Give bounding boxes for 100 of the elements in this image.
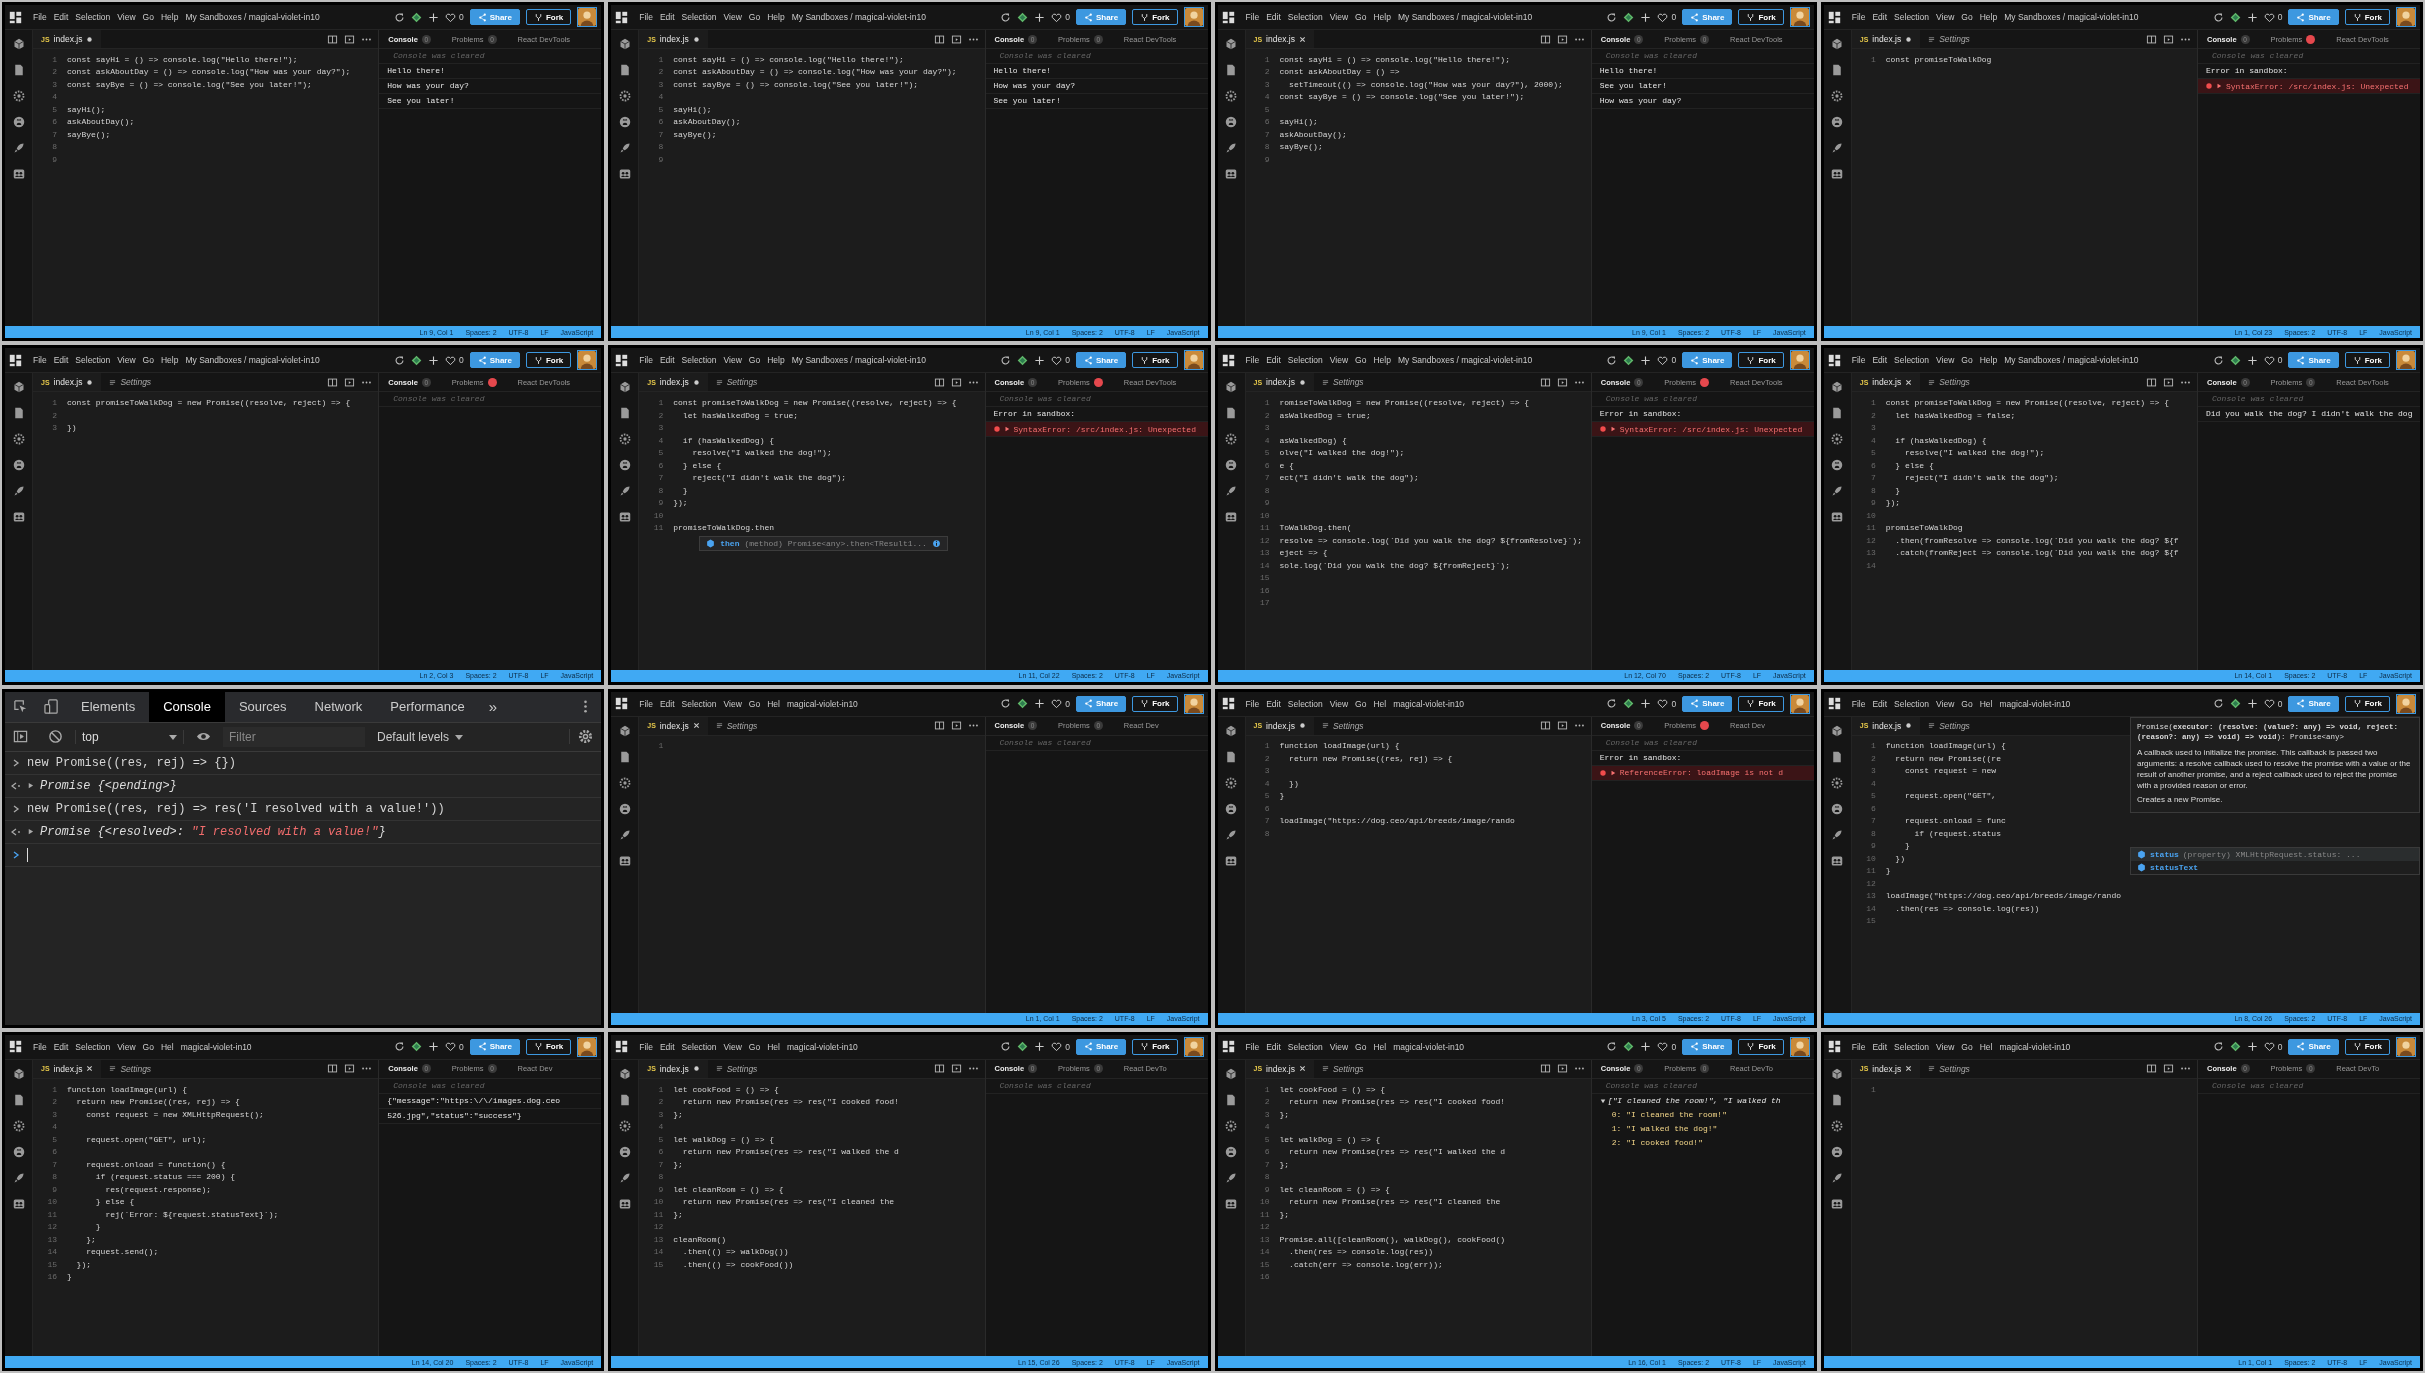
expand-icon[interactable] (1609, 426, 1616, 433)
menu-item[interactable]: File (639, 355, 653, 366)
plus-icon[interactable] (427, 11, 439, 23)
rocket-icon[interactable] (618, 1171, 631, 1184)
menu-item[interactable]: View (117, 355, 136, 366)
diamond-icon[interactable] (1017, 11, 1029, 23)
menu-item[interactable]: View (1936, 1041, 1955, 1052)
filter-field[interactable]: Filter (223, 726, 365, 747)
rocket-icon[interactable] (12, 1171, 25, 1184)
split-icon[interactable] (2146, 1063, 2157, 1075)
people-icon[interactable] (1225, 1197, 1237, 1210)
diamond-icon[interactable] (410, 11, 422, 23)
people-icon[interactable] (1225, 854, 1237, 867)
fork-button[interactable]: Fork (2344, 1038, 2390, 1055)
logo-icon[interactable] (1221, 697, 1235, 710)
menu-item[interactable]: Edit (1872, 355, 1888, 366)
gear-icon[interactable] (1225, 90, 1237, 102)
menu-item[interactable]: Selection (75, 355, 111, 366)
menu-item[interactable]: Go (748, 698, 761, 709)
split-icon[interactable] (933, 33, 945, 45)
plus-icon[interactable] (1640, 354, 1652, 366)
preview-icon[interactable] (950, 1063, 962, 1075)
people-icon[interactable] (618, 854, 631, 867)
rocket-icon[interactable] (1831, 485, 1844, 498)
menu-item[interactable]: Go (1961, 355, 1973, 366)
avatar[interactable] (1789, 693, 1810, 714)
heart-icon[interactable] (1051, 698, 1063, 709)
gear-icon[interactable] (12, 1119, 25, 1132)
file-icon[interactable] (618, 64, 631, 76)
sidebar-icon[interactable] (13, 729, 28, 744)
menu-item[interactable]: Selection (75, 12, 111, 22)
heart-icon[interactable] (2263, 11, 2275, 23)
menu-item[interactable]: View (723, 355, 742, 366)
people-icon[interactable] (618, 1197, 631, 1210)
menu-item[interactable]: View (1329, 355, 1349, 366)
menu-item[interactable]: Selection (1894, 355, 1930, 366)
fork-button[interactable]: Fork (2344, 352, 2390, 369)
menu-item[interactable]: File (1245, 12, 1260, 22)
file-icon[interactable] (1831, 750, 1844, 763)
fork-button[interactable]: Fork (1132, 1038, 1178, 1055)
diamond-icon[interactable] (1623, 354, 1635, 366)
avatar[interactable] (1789, 350, 1810, 371)
rocket-icon[interactable] (618, 485, 631, 498)
fork-button[interactable]: Fork (1738, 9, 1784, 25)
cat-icon[interactable] (1831, 459, 1844, 472)
file-icon[interactable] (1225, 1093, 1237, 1106)
menu-item[interactable]: Help (767, 355, 785, 366)
menu-item[interactable]: Go (748, 1041, 761, 1052)
cube-icon[interactable] (1831, 724, 1844, 737)
file-icon[interactable] (1831, 407, 1844, 420)
plus-icon[interactable] (427, 354, 439, 366)
info-icon[interactable] (931, 538, 941, 548)
settings-tab[interactable]: Settings (1313, 716, 1372, 735)
gear-icon[interactable] (12, 433, 25, 446)
split-icon[interactable] (327, 376, 339, 388)
refresh-icon[interactable] (393, 11, 405, 23)
refresh-icon[interactable] (2212, 698, 2224, 709)
menu-item[interactable]: View (1936, 355, 1955, 366)
heart-icon[interactable] (1657, 354, 1669, 366)
gear-icon[interactable] (618, 90, 631, 102)
file-icon[interactable] (12, 1093, 25, 1106)
fork-button[interactable]: Fork (1738, 695, 1784, 712)
people-icon[interactable] (1831, 511, 1844, 524)
cat-icon[interactable] (618, 116, 631, 128)
gear-icon[interactable] (1225, 433, 1237, 446)
menu-item[interactable]: Edit (1266, 12, 1281, 22)
refresh-icon[interactable] (2212, 1041, 2224, 1053)
close-icon[interactable] (1298, 35, 1306, 43)
menu-item[interactable]: Selection (681, 1041, 717, 1052)
menu-item[interactable]: Help (1373, 355, 1391, 366)
refresh-icon[interactable] (1000, 1041, 1012, 1053)
cat-icon[interactable] (1225, 802, 1237, 815)
menu-item[interactable]: File (1245, 698, 1260, 709)
menu-item[interactable]: Hel (1979, 1041, 1993, 1052)
menu-item[interactable]: Hel (767, 1041, 780, 1052)
cat-icon[interactable] (1225, 116, 1237, 128)
plus-icon[interactable] (2246, 698, 2258, 709)
menu-item[interactable]: Go (1961, 1041, 1973, 1052)
split-icon[interactable] (2146, 33, 2157, 45)
file-icon[interactable] (12, 64, 25, 76)
avatar[interactable] (1789, 7, 1810, 27)
logo-icon[interactable] (615, 353, 629, 367)
rocket-icon[interactable] (12, 485, 25, 498)
block-icon[interactable] (48, 729, 63, 744)
menu-item[interactable]: View (1329, 698, 1349, 709)
fork-button[interactable]: Fork (1132, 9, 1178, 25)
file-icon[interactable] (618, 1093, 631, 1106)
cat-icon[interactable] (618, 802, 631, 815)
cube-icon[interactable] (618, 38, 631, 50)
refresh-icon[interactable] (1606, 698, 1618, 709)
cube-icon[interactable] (12, 1067, 25, 1080)
devtools-tab[interactable]: Performance (376, 691, 479, 722)
cube-icon[interactable] (1831, 38, 1844, 50)
logo-icon[interactable] (1827, 353, 1841, 367)
menu-item[interactable]: Help (1979, 12, 1998, 22)
cube-icon[interactable] (1225, 724, 1237, 737)
preview-icon[interactable] (950, 33, 962, 45)
avatar[interactable] (1183, 7, 1204, 27)
rocket-icon[interactable] (618, 828, 631, 841)
menu-item[interactable]: Go (142, 1041, 154, 1052)
